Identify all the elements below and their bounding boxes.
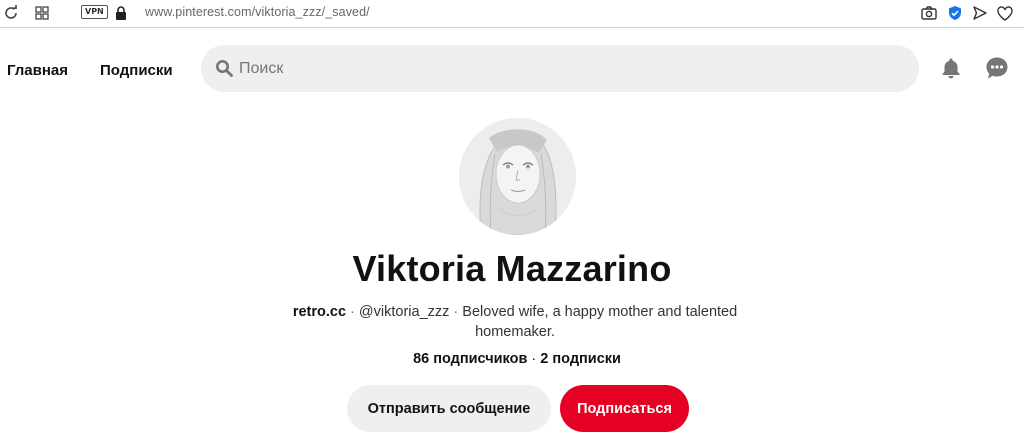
bell-icon[interactable] xyxy=(939,56,963,80)
profile-bio: retro.cc · @viktoria_zzz · Beloved wife,… xyxy=(270,302,760,342)
address-bar-url[interactable]: www.pinterest.com/viktoria_zzz/_saved/ xyxy=(145,5,370,19)
bio-text: Beloved wife, a happy mother and talente… xyxy=(462,304,738,320)
search-bar[interactable] xyxy=(201,45,919,92)
follow-stats: 86 подписчиков · 2 подписки xyxy=(0,351,1024,367)
separator: · xyxy=(453,304,459,320)
profile-name: Viktoria Mazzarino xyxy=(352,248,672,289)
avatar[interactable] xyxy=(459,118,576,235)
browser-toolbar: VPN www.pinterest.com/viktoria_zzz/_save… xyxy=(0,0,1024,28)
separator: · xyxy=(531,351,537,367)
reload-icon[interactable] xyxy=(2,4,20,22)
camera-icon[interactable] xyxy=(920,4,938,22)
separator: · xyxy=(350,304,355,320)
shield-check-icon[interactable] xyxy=(946,4,964,22)
search-icon xyxy=(215,59,233,77)
nav-following[interactable]: Подписки xyxy=(100,62,173,79)
followers-count[interactable]: 86 подписчиков xyxy=(413,351,527,367)
send-message-button[interactable]: Отправить сообщение xyxy=(347,385,551,432)
chat-icon[interactable] xyxy=(985,56,1009,80)
heart-icon[interactable] xyxy=(996,4,1014,22)
following-count[interactable]: 2 подписки xyxy=(540,351,621,367)
bio-text-continued: homemaker. xyxy=(475,324,555,340)
lock-icon[interactable] xyxy=(112,4,130,22)
search-input[interactable] xyxy=(239,56,899,82)
nav-home[interactable]: Главная xyxy=(7,62,68,79)
username: @viktoria_zzz xyxy=(358,304,450,320)
send-icon[interactable] xyxy=(971,4,989,22)
follow-button[interactable]: Подписаться xyxy=(560,385,689,432)
website-link[interactable]: retro.cc xyxy=(293,304,346,320)
speed-dial-icon[interactable] xyxy=(33,4,51,22)
vpn-badge[interactable]: VPN xyxy=(81,5,108,19)
